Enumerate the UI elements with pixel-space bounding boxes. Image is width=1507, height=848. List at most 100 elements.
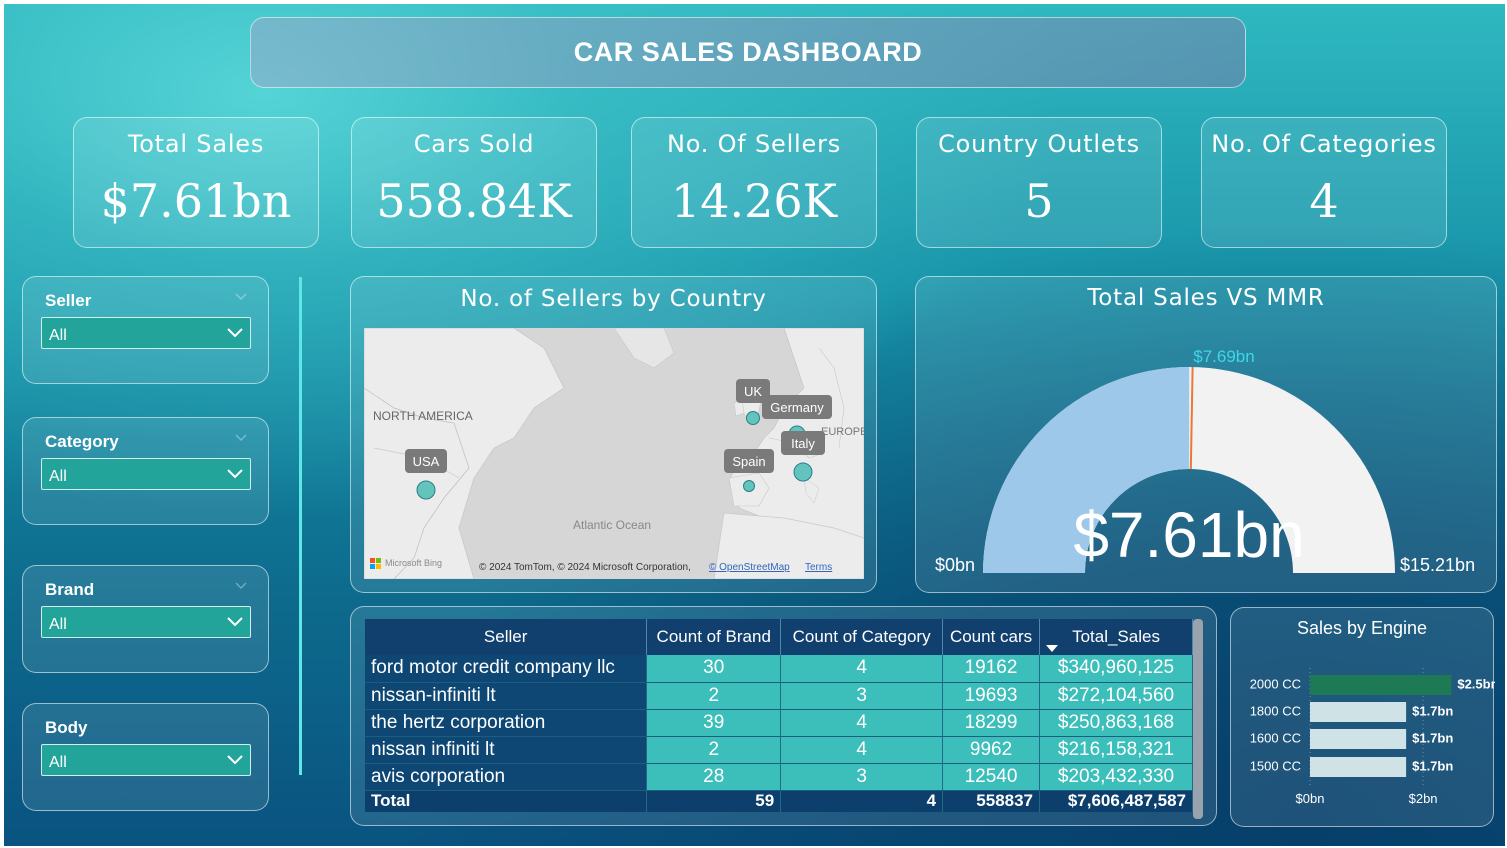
cell-count-brand: 39 (646, 709, 782, 737)
cell-count-cars: 18299 (942, 709, 1041, 737)
kpi-label: Total Sales (127, 130, 265, 158)
bar[interactable] (1310, 675, 1452, 695)
chevron-down-icon[interactable] (226, 467, 244, 481)
table-row[interactable]: ford motor credit company llc 30 4 19162… (365, 655, 1193, 683)
slicer-dropdown[interactable]: All (41, 317, 251, 349)
kpi-card-total-sales[interactable]: Total Sales $7.61bn (73, 117, 319, 248)
table-header-row: Seller Count of Brand Count of Category … (365, 619, 1193, 655)
category-label: 1600 CC (1250, 730, 1301, 745)
slicer-label: Category (45, 432, 119, 451)
table-row[interactable]: avis corporation 28 3 12540 $203,432,330 (365, 763, 1193, 791)
gauge-chart[interactable]: $7.69bn $7.61bn $0bn $15.21bn (916, 277, 1498, 594)
table-row[interactable]: the hertz corporation 39 4 18299 $250,86… (365, 709, 1193, 737)
data-label: $1.7bn (1412, 730, 1453, 745)
kpi-value: 4 (1309, 174, 1339, 228)
terms-link[interactable]: Terms (805, 562, 832, 573)
map-visual[interactable]: No. of Sellers by Country NORTH AMERICA (350, 276, 877, 593)
cell-count-category: 4 (780, 709, 944, 737)
x-tick-label: $0bn (1296, 791, 1325, 806)
cell-count-category: 3 (780, 682, 944, 710)
cell-count-brand: 2 (646, 682, 782, 710)
kpi-value: 558.84K (376, 174, 572, 228)
slicer-value: All (49, 616, 67, 633)
chevron-down-icon[interactable] (226, 326, 244, 340)
category-label: 2000 CC (1250, 676, 1301, 691)
slicer-dropdown[interactable]: All (41, 606, 251, 638)
map-attribution: © 2024 TomTom, © 2024 Microsoft Corporat… (479, 562, 691, 573)
slicer-brand[interactable]: Brand All (22, 565, 269, 673)
cell-total-sales: $272,104,560 (1039, 682, 1193, 710)
map-canvas[interactable]: NORTH AMERICA Atlantic Ocean EUROPE USA … (364, 328, 864, 579)
chevron-down-icon[interactable] (226, 753, 244, 767)
column-header-count-cars[interactable]: Count cars (942, 619, 1041, 655)
kpi-card-categories[interactable]: No. Of Categories 4 (1201, 117, 1447, 248)
map-region-label: NORTH AMERICA (373, 409, 473, 423)
bar[interactable] (1310, 729, 1407, 749)
gauge-visual[interactable]: Total Sales VS MMR $7.69bn $7.61bn $0bn … (915, 276, 1497, 593)
slicer-dropdown[interactable]: All (41, 458, 251, 490)
table-row[interactable]: nissan infiniti lt 2 4 9962 $216,158,321 (365, 736, 1193, 764)
bar[interactable] (1310, 757, 1407, 777)
cell-count-cars: 19162 (942, 655, 1041, 683)
slicer-label: Body (45, 718, 88, 737)
kpi-card-cars-sold[interactable]: Cars Sold 558.84K (351, 117, 597, 248)
category-label: 1500 CC (1250, 758, 1301, 773)
slicer-label: Brand (45, 580, 95, 599)
data-label: $1.7bn (1412, 758, 1453, 773)
cell-count-cars: 9962 (942, 736, 1041, 764)
map-region-label: EUROPE (821, 426, 864, 438)
cell-count-category: 4 (780, 736, 944, 764)
kpi-label: No. Of Sellers (666, 130, 842, 158)
slicer-category[interactable]: Category All (22, 417, 269, 525)
cell-count-brand: 28 (646, 763, 782, 791)
map-pin-label: Italy (791, 436, 815, 451)
kpi-card-sellers[interactable]: No. Of Sellers 14.26K (631, 117, 877, 248)
gauge-max-label: $15.21bn (1400, 555, 1475, 575)
table-row[interactable]: nissan-infiniti lt 2 3 19693 $272,104,56… (365, 682, 1193, 710)
dashboard-title-bar: CAR SALES DASHBOARD (250, 17, 1246, 88)
cell-count-category: 3 (780, 763, 944, 791)
chevron-down-icon[interactable] (234, 430, 248, 444)
total-count-category: 4 (780, 790, 944, 812)
sellers-map[interactable]: NORTH AMERICA Atlantic Ocean EUROPE USA … (364, 328, 864, 579)
x-tick-label: $2bn (1409, 791, 1438, 806)
chevron-down-icon[interactable] (234, 578, 248, 592)
slicer-body[interactable]: Body All (22, 703, 269, 811)
column-header-count-brand[interactable]: Count of Brand (646, 619, 782, 655)
gauge-min-label: $0bn (935, 555, 975, 575)
slicer-dropdown[interactable]: All (41, 744, 251, 776)
table-total-row: Total 59 4 558837 $7,606,487,587 (365, 790, 1193, 812)
cell-seller: avis corporation (365, 763, 648, 791)
map-pin-label: USA (413, 454, 440, 469)
kpi-label: Country Outlets (938, 130, 1140, 158)
cell-seller: the hertz corporation (365, 709, 648, 737)
map-pin-label: UK (744, 384, 762, 399)
cell-total-sales: $203,432,330 (1039, 763, 1193, 791)
seller-table-visual[interactable]: Seller Count of Brand Count of Category … (350, 606, 1217, 826)
gauge-value-label: $7.61bn (1073, 499, 1304, 571)
table-scrollbar[interactable] (1193, 619, 1203, 819)
column-header-total-sales[interactable]: Total_Sales (1039, 619, 1193, 655)
engine-bar-chart[interactable]: 2000 CC $2.5bn 1800 CC $1.7bn 1600 CC $1.7bn 1… (1231, 608, 1495, 828)
kpi-card-country-outlets[interactable]: Country Outlets 5 (916, 117, 1162, 248)
column-header-seller[interactable]: Seller (365, 619, 648, 655)
total-label: Total (365, 790, 648, 812)
chevron-down-icon[interactable] (226, 615, 244, 629)
total-total-sales: $7,606,487,587 (1039, 790, 1193, 812)
dashboard-canvas: CAR SALES DASHBOARD Total Sales $7.61bn … (4, 4, 1505, 846)
cell-seller: ford motor credit company llc (365, 655, 648, 683)
sort-descending-icon[interactable] (1046, 645, 1059, 653)
gauge-target-label: $7.69bn (1193, 347, 1254, 366)
kpi-value: $7.61bn (100, 174, 292, 228)
chevron-down-icon[interactable] (234, 289, 248, 303)
map-pin-label: Germany (770, 400, 824, 415)
data-label: $1.7bn (1412, 703, 1453, 718)
bar[interactable] (1310, 702, 1407, 722)
engine-chart-visual[interactable]: Sales by Engine 2000 CC $2.5bn 1800 CC $1.7… (1230, 607, 1495, 828)
cell-seller: nissan-infiniti lt (365, 682, 648, 710)
slicer-seller[interactable]: Seller All (22, 276, 269, 384)
openstreetmap-link[interactable]: © OpenStreetMap (709, 562, 790, 573)
slicer-value: All (49, 754, 67, 771)
bing-label: Microsoft Bing (385, 558, 442, 568)
column-header-count-category[interactable]: Count of Category (780, 619, 944, 655)
